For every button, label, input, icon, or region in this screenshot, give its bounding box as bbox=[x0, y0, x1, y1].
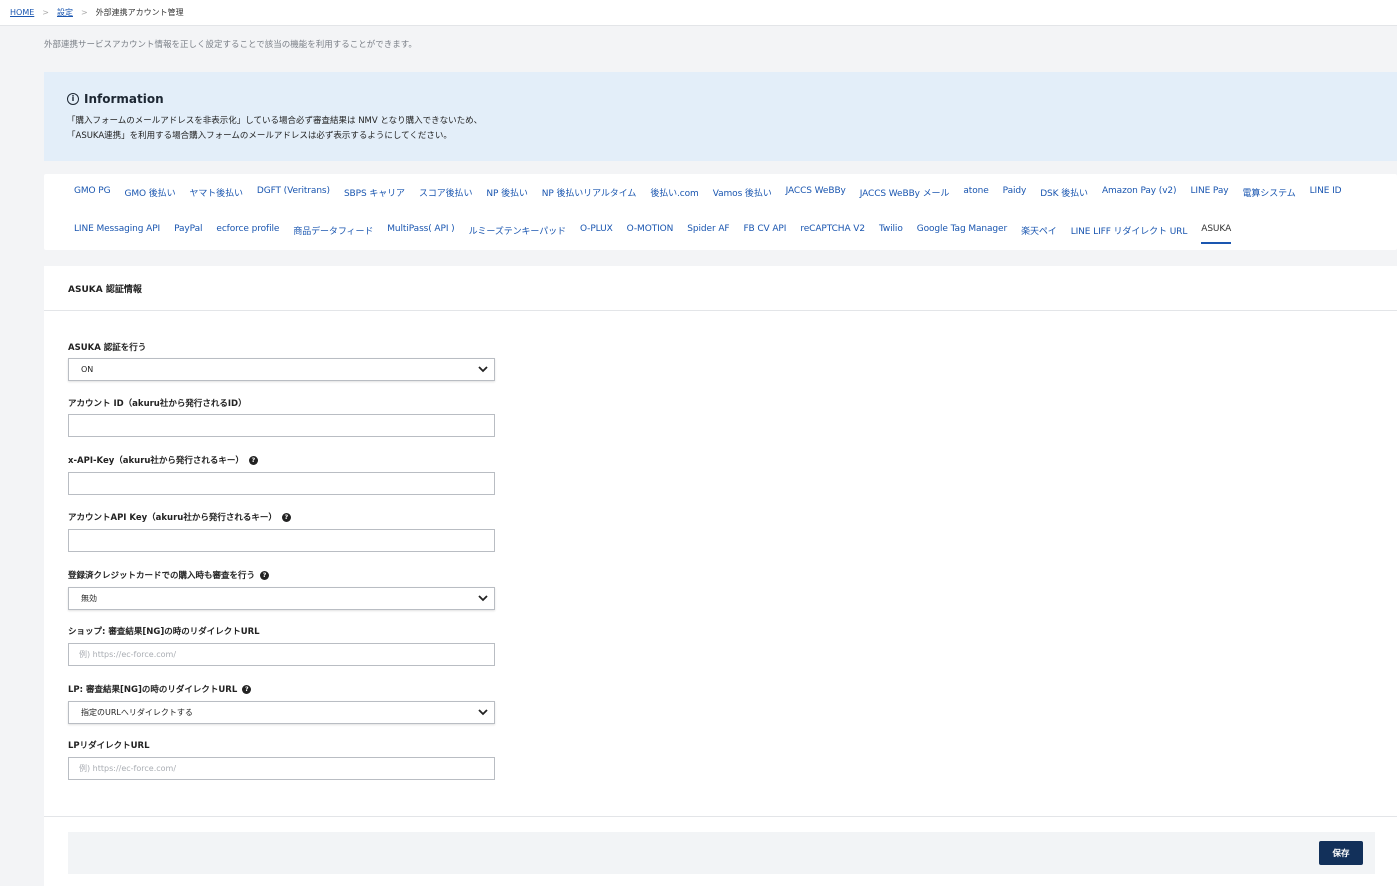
breadcrumb: HOME > 設定 > 外部連携アカウント管理 bbox=[0, 0, 1397, 26]
help-icon[interactable]: ? bbox=[248, 455, 258, 465]
lp-redirect-url-label: LPリダイレクトURL bbox=[68, 741, 150, 751]
x-api-key-field: x-API-Key（akuru社から発行されるキー）? bbox=[68, 453, 495, 495]
section-title: ASUKA 認証情報 bbox=[44, 266, 1397, 311]
asuka-auth-label: ASUKA 認証を行う bbox=[68, 343, 147, 353]
tab-row2-12[interactable]: Google Tag Manager bbox=[917, 224, 1007, 244]
field-label: LP: 審査結果[NG]の時のリダイレクトURL? bbox=[68, 682, 495, 696]
x-api-key-input[interactable] bbox=[68, 472, 495, 495]
integration-tabs: GMO PG GMO 後払い ヤマト後払い DGFT (Veritrans) SBPS … bbox=[44, 174, 1397, 250]
field-label: ASUKA 認証を行う bbox=[68, 340, 495, 354]
tab-row1-9[interactable]: Vamos 後払い bbox=[713, 186, 772, 206]
registered-card-field: 登録済クレジットカードでの購入時も審査を行う? 無効 bbox=[68, 568, 495, 610]
tab-row2-2[interactable]: ecforce profile bbox=[216, 224, 279, 244]
account-api-key-label: アカウントAPI Key（akuru社から発行されるキー） bbox=[68, 513, 277, 523]
breadcrumb-separator: > bbox=[80, 8, 88, 17]
tab-row-1: GMO PG GMO 後払い ヤマト後払い DGFT (Veritrans) SBPS … bbox=[74, 186, 1355, 206]
field-label: アカウント ID（akuru社から発行されるID） bbox=[68, 396, 495, 410]
tab-row2-10[interactable]: reCAPTCHA V2 bbox=[800, 224, 865, 244]
tab-row1-4[interactable]: SBPS キャリア bbox=[344, 186, 405, 206]
save-button[interactable]: 保存 bbox=[1319, 841, 1363, 865]
tab-row2-6[interactable]: O-PLUX bbox=[580, 224, 613, 244]
chevron-down-icon bbox=[476, 592, 490, 606]
tab-row2-7[interactable]: O-MOTION bbox=[627, 224, 674, 244]
tab-row1-13[interactable]: Paidy bbox=[1003, 186, 1027, 206]
tab-row2-14[interactable]: LINE LIFF リダイレクト URL bbox=[1071, 224, 1188, 244]
page-description: 外部連携サービスアカウント情報を正しく設定することで該当の機能を利用することがで… bbox=[44, 40, 417, 50]
account-api-key-field: アカウントAPI Key（akuru社から発行されるキー）? bbox=[68, 510, 495, 552]
tab-row1-15[interactable]: Amazon Pay (v2) bbox=[1102, 186, 1177, 206]
information-title: Information bbox=[84, 92, 164, 106]
tab-row-2: LINE Messaging API PayPal ecforce profile 商… bbox=[74, 224, 1245, 244]
tab-row1-3[interactable]: DGFT (Veritrans) bbox=[257, 186, 330, 206]
breadcrumb-separator: > bbox=[42, 8, 49, 17]
lp-redirect-mode-field: LP: 審査結果[NG]の時のリダイレクトURL? 指定のURLへリダイレクトす… bbox=[68, 682, 495, 724]
chevron-down-icon bbox=[476, 706, 490, 720]
chevron-down-icon bbox=[476, 363, 490, 377]
help-icon[interactable]: ? bbox=[260, 570, 270, 580]
divider bbox=[44, 816, 1397, 817]
lp-redirect-mode-select[interactable]: 指定のURLへリダイレクトする bbox=[68, 701, 495, 724]
help-icon[interactable]: ? bbox=[281, 512, 291, 522]
information-title-row: i Information bbox=[67, 92, 1374, 106]
tab-row2-8[interactable]: Spider AF bbox=[687, 224, 729, 244]
tab-row1-10[interactable]: JACCS WeBBy bbox=[786, 186, 846, 206]
tab-row2-4[interactable]: MultiPass( API ) bbox=[387, 224, 454, 244]
help-icon[interactable]: ? bbox=[242, 684, 252, 694]
information-panel: i Information 「購入フォームのメールアドレスを非表示化」している場… bbox=[44, 72, 1397, 161]
information-line-2: 「ASUKA連携」を利用する場合購入フォームのメールアドレスは必ず表示するように… bbox=[67, 131, 452, 141]
tab-row2-9[interactable]: FB CV API bbox=[743, 224, 786, 244]
tab-row1-11[interactable]: JACCS WeBBy メール bbox=[860, 186, 950, 206]
breadcrumb-settings-link[interactable]: 設定 bbox=[57, 7, 73, 18]
field-label: x-API-Key（akuru社から発行されるキー）? bbox=[68, 453, 495, 467]
asuka-auth-value: ON bbox=[81, 365, 94, 374]
tab-row2-1[interactable]: PayPal bbox=[174, 224, 202, 244]
tab-row2-11[interactable]: Twilio bbox=[879, 224, 903, 244]
x-api-key-label: x-API-Key（akuru社から発行されるキー） bbox=[68, 456, 244, 466]
field-label: 登録済クレジットカードでの購入時も審査を行う? bbox=[68, 568, 495, 582]
account-id-label: アカウント ID（akuru社から発行されるID） bbox=[68, 399, 247, 409]
breadcrumb-home-link[interactable]: HOME bbox=[10, 8, 34, 17]
tab-row1-16[interactable]: LINE Pay bbox=[1190, 186, 1228, 206]
field-label: ショップ: 審査結果[NG]の時のリダイレクトURL bbox=[68, 624, 495, 638]
registered-card-label: 登録済クレジットカードでの購入時も審査を行う bbox=[68, 571, 256, 581]
tab-row2-15[interactable]: ASUKA bbox=[1201, 224, 1231, 244]
asuka-form-card: ASUKA 認証情報 ASUKA 認証を行う ON アカウント ID（akuru… bbox=[44, 266, 1397, 886]
tab-row2-3[interactable]: 商品データフィード bbox=[293, 224, 373, 244]
lp-redirect-mode-value: 指定のURLへリダイレクトする bbox=[81, 708, 193, 717]
info-icon: i bbox=[67, 93, 79, 105]
tab-row1-6[interactable]: NP 後払い bbox=[486, 186, 528, 206]
asuka-auth-field: ASUKA 認証を行う ON bbox=[68, 340, 495, 381]
tab-row2-0[interactable]: LINE Messaging API bbox=[74, 224, 160, 244]
breadcrumb-current: 外部連携アカウント管理 bbox=[95, 8, 184, 17]
tab-row1-12[interactable]: atone bbox=[963, 186, 988, 206]
tab-row2-13[interactable]: 楽天ペイ bbox=[1021, 224, 1057, 244]
tab-row1-14[interactable]: DSK 後払い bbox=[1040, 186, 1088, 206]
asuka-auth-select[interactable]: ON bbox=[68, 358, 495, 381]
lp-redirect-url-field: LPリダイレクトURL 例) https://ec-force.com/ bbox=[68, 738, 495, 780]
shop-redirect-url-field: ショップ: 審査結果[NG]の時のリダイレクトURL 例) https://ec… bbox=[68, 624, 495, 666]
account-api-key-input[interactable] bbox=[68, 529, 495, 552]
shop-redirect-url-label: ショップ: 審査結果[NG]の時のリダイレクトURL bbox=[68, 627, 260, 637]
registered-card-select[interactable]: 無効 bbox=[68, 587, 495, 610]
tab-row1-17[interactable]: 電算システム bbox=[1243, 186, 1296, 206]
tab-row1-0[interactable]: GMO PG bbox=[74, 186, 111, 206]
field-label: アカウントAPI Key（akuru社から発行されるキー）? bbox=[68, 510, 495, 524]
registered-card-value: 無効 bbox=[81, 594, 97, 603]
tab-row1-5[interactable]: スコア後払い bbox=[419, 186, 473, 206]
tab-row1-2[interactable]: ヤマト後払い bbox=[189, 186, 243, 206]
lp-redirect-mode-label: LP: 審査結果[NG]の時のリダイレクトURL bbox=[68, 685, 238, 695]
shop-redirect-url-input[interactable]: 例) https://ec-force.com/ bbox=[68, 643, 495, 666]
tab-row1-8[interactable]: 後払い.com bbox=[650, 186, 698, 206]
form-footer: 保存 bbox=[68, 832, 1375, 874]
tab-row2-5[interactable]: ルミーズテンキーパッド bbox=[469, 224, 566, 244]
tab-row1-1[interactable]: GMO 後払い bbox=[125, 186, 176, 206]
account-id-field: アカウント ID（akuru社から発行されるID） bbox=[68, 396, 495, 437]
account-id-input[interactable] bbox=[68, 414, 495, 437]
information-line-1: 「購入フォームのメールアドレスを非表示化」している場合必ず審査結果は NMV と… bbox=[67, 116, 483, 126]
field-label: LPリダイレクトURL bbox=[68, 738, 495, 752]
tab-row1-7[interactable]: NP 後払いリアルタイム bbox=[542, 186, 637, 206]
tab-row1-18[interactable]: LINE ID bbox=[1310, 186, 1342, 206]
lp-redirect-url-input[interactable]: 例) https://ec-force.com/ bbox=[68, 757, 495, 780]
